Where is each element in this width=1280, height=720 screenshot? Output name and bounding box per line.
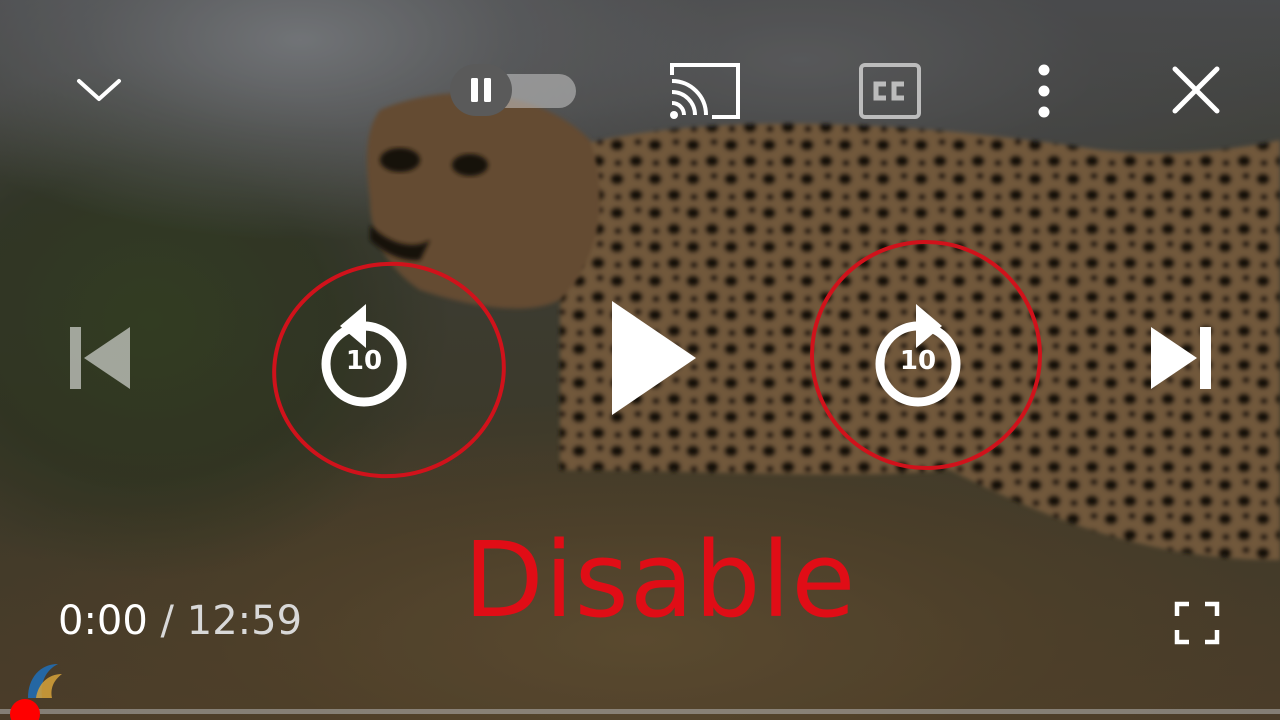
- fullscreen-button[interactable]: [1170, 598, 1224, 648]
- duration: 12:59: [186, 598, 303, 644]
- time-display: 0:00 / 12:59: [58, 596, 302, 646]
- disable-annotation: Disable: [463, 519, 857, 641]
- forward-seconds-label: 10: [899, 346, 937, 376]
- rewind-10-button[interactable]: 10: [312, 300, 416, 410]
- more-options-button[interactable]: [1026, 60, 1062, 122]
- play-icon: [612, 301, 696, 415]
- cc-icon: [859, 63, 921, 119]
- skip-next-icon: [1151, 327, 1211, 389]
- progress-bar[interactable]: [0, 709, 1280, 714]
- close-icon: [1172, 66, 1220, 114]
- captions-button[interactable]: [856, 60, 924, 122]
- more-vert-icon: [1038, 64, 1050, 118]
- autoplay-toggle-knob: [450, 64, 512, 116]
- current-time: 0:00: [58, 598, 148, 644]
- chevron-down-icon: [77, 79, 121, 101]
- skip-previous-icon: [70, 327, 130, 389]
- next-button[interactable]: [1144, 320, 1220, 396]
- cast-button[interactable]: [666, 60, 744, 122]
- video-player[interactable]: 10 10 Disable 0:00 / 12:59: [0, 0, 1280, 720]
- channel-logo: [22, 658, 84, 700]
- forward-10-button[interactable]: 10: [866, 300, 970, 410]
- rewind-seconds-label: 10: [345, 346, 383, 376]
- time-separator: /: [160, 598, 175, 644]
- close-button[interactable]: [1166, 60, 1226, 120]
- minimize-button[interactable]: [74, 70, 124, 110]
- autoplay-toggle[interactable]: [450, 64, 576, 116]
- play-button[interactable]: [600, 296, 704, 420]
- previous-button[interactable]: [60, 320, 138, 396]
- fullscreen-icon: [1174, 601, 1220, 645]
- pause-icon: [471, 78, 491, 102]
- cast-icon: [670, 63, 740, 119]
